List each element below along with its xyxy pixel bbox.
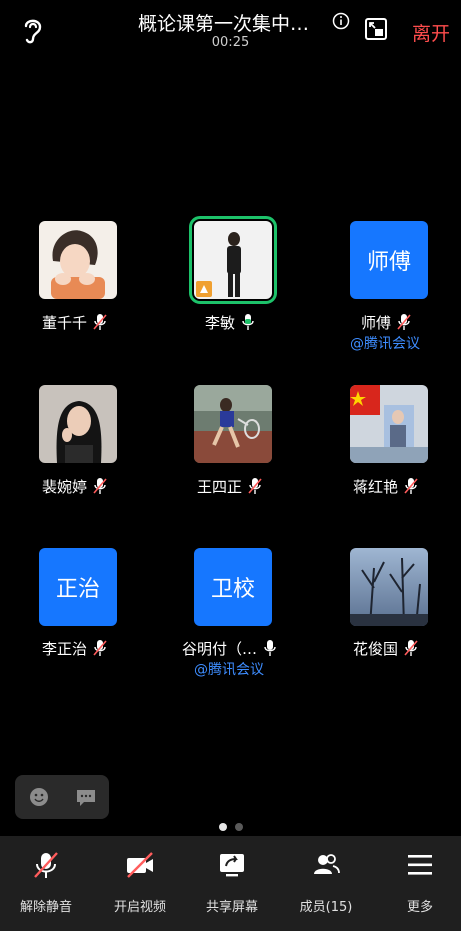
more-button[interactable]: 更多	[374, 846, 461, 916]
start-video-button[interactable]: 开启视频	[94, 846, 186, 916]
more-menu-icon	[408, 855, 432, 875]
mic-muted-icon	[93, 640, 107, 656]
start-video-label: 开启视频	[113, 900, 166, 915]
participant-name: 谷明付（…	[182, 639, 258, 658]
participant-name: 董千千	[42, 313, 88, 332]
avatar	[350, 385, 428, 463]
participant-name: 李正治	[42, 639, 88, 658]
avatar	[39, 385, 117, 463]
avatar	[350, 548, 428, 626]
share-screen-button[interactable]: 共享屏幕	[186, 846, 278, 916]
meeting-title[interactable]: 概论课第一次集中…	[138, 9, 309, 36]
participant-source: @腾讯会议	[350, 336, 420, 352]
members-icon	[314, 854, 340, 874]
participant-name: 李敏	[205, 313, 236, 332]
mic-muted-icon	[93, 314, 107, 330]
mic-on-icon	[264, 640, 276, 656]
members-button[interactable]: 成员(15)	[280, 846, 372, 916]
participant-name: 王四正	[197, 477, 243, 496]
unmute-label: 解除静音	[19, 900, 72, 915]
page-dot[interactable]	[235, 823, 243, 831]
mic-on-icon	[242, 314, 254, 330]
chat-icon[interactable]	[75, 786, 97, 808]
mic-muted-icon	[34, 852, 58, 878]
page-indicator	[219, 823, 243, 831]
participant-name: 师傅	[361, 313, 392, 332]
bottom-toolbar: 解除静音 开启视频 共享屏幕 成员(15) 更多	[0, 836, 461, 931]
share-screen-label: 共享屏幕	[205, 900, 258, 915]
avatar: 卫校	[194, 548, 272, 626]
participant-name: 裴婉婷	[42, 477, 88, 496]
mic-muted-icon	[404, 640, 418, 656]
chat-reaction-bar	[15, 775, 109, 819]
avatar: 师傅	[350, 221, 428, 299]
members-label: 成员(15)	[299, 900, 353, 915]
top-bar: 概论课第一次集中… 00:25 离开	[0, 0, 461, 60]
mic-muted-icon	[248, 478, 262, 494]
unmute-button[interactable]: 解除静音	[0, 846, 92, 916]
share-screen-icon	[220, 854, 244, 877]
participant-source: @腾讯会议	[194, 662, 264, 678]
mic-muted-icon	[93, 478, 107, 494]
minimize-window-icon[interactable]	[364, 17, 388, 41]
camera-off-icon	[127, 852, 153, 878]
avatar	[39, 221, 117, 299]
more-label: 更多	[406, 900, 433, 915]
avatar	[194, 385, 272, 463]
emoji-icon[interactable]	[28, 786, 50, 808]
participant-name: 花俊国	[353, 639, 399, 658]
meeting-timer: 00:25	[211, 35, 250, 50]
avatar	[189, 216, 277, 304]
leave-button[interactable]: 离开	[412, 19, 450, 46]
mic-muted-icon	[404, 478, 418, 494]
mic-muted-icon	[397, 314, 411, 330]
page-dot[interactable]	[219, 823, 227, 831]
info-icon[interactable]	[332, 12, 350, 30]
participant-name: 蒋红艳	[353, 477, 399, 496]
avatar: 正治	[39, 548, 117, 626]
